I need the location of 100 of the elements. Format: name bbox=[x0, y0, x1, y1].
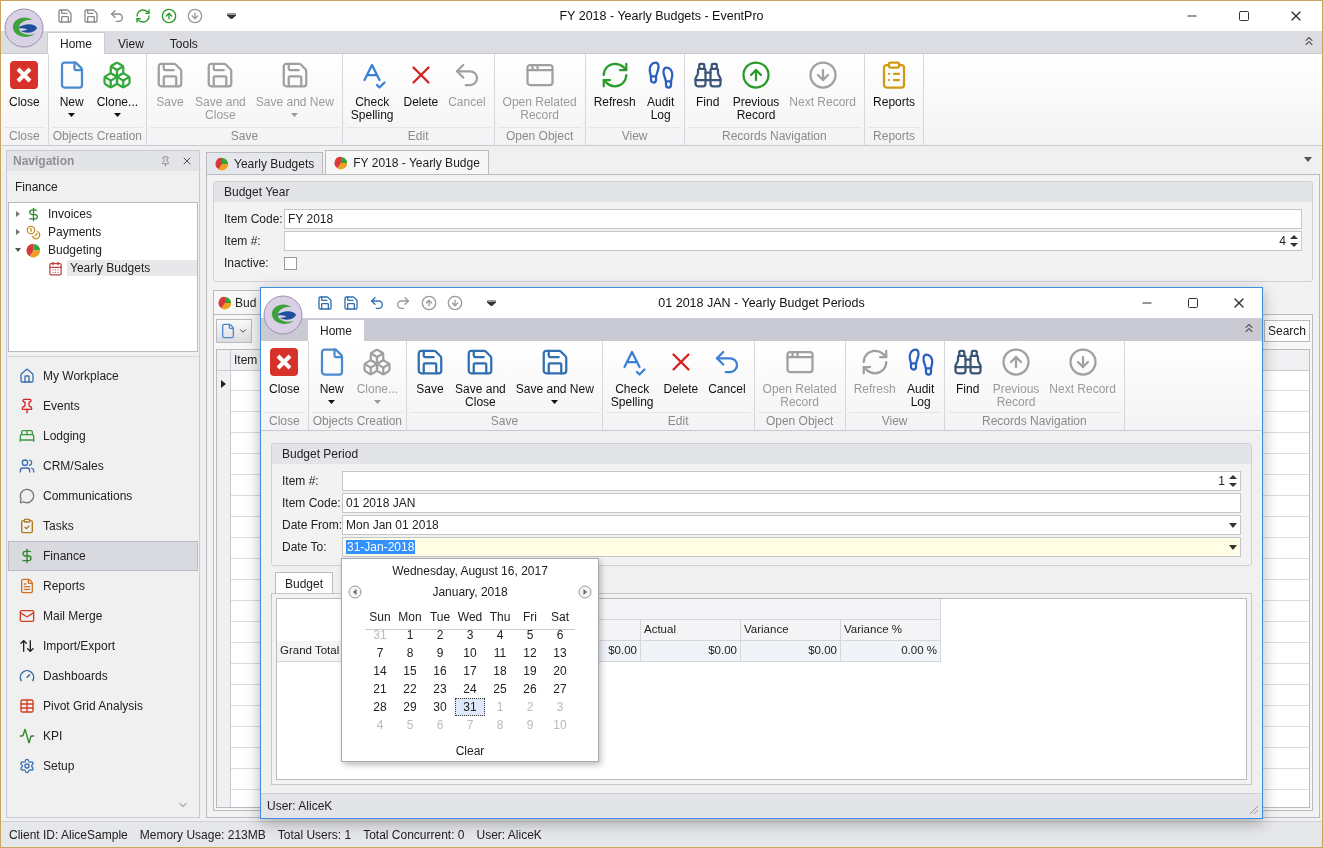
calendar-day[interactable]: 20 bbox=[545, 662, 575, 680]
nav-button[interactable]: CRM/Sales bbox=[8, 451, 198, 481]
search-button[interactable]: Search bbox=[1263, 320, 1310, 342]
calendar-day[interactable]: 22 bbox=[395, 680, 425, 698]
ribbon-button[interactable]: Close bbox=[264, 341, 305, 396]
calendar-day[interactable]: 26 bbox=[515, 680, 545, 698]
nav-button[interactable]: Dashboards bbox=[8, 661, 198, 691]
input-field[interactable]: 4 bbox=[284, 231, 1302, 251]
spin-arrows-icon[interactable] bbox=[1229, 474, 1237, 488]
ribbon-button[interactable]: Save and New bbox=[510, 341, 599, 404]
ribbon-button[interactable]: Close bbox=[4, 54, 45, 109]
ribbon-button[interactable]: Clone... bbox=[91, 54, 144, 117]
ribbon-tab[interactable]: View bbox=[105, 32, 157, 54]
document-tab[interactable]: FY 2018 - Yearly Budge bbox=[325, 150, 489, 174]
close-icon[interactable] bbox=[181, 155, 193, 167]
ribbon-tab[interactable]: Home bbox=[47, 32, 105, 54]
nav-button[interactable]: KPI bbox=[8, 721, 198, 751]
nav-button[interactable]: Finance bbox=[8, 541, 198, 571]
calendar-day[interactable]: 9 bbox=[425, 644, 455, 662]
ribbon-button[interactable]: New bbox=[311, 341, 352, 404]
input-field[interactable]: 1 bbox=[342, 471, 1241, 491]
collapse-icon[interactable] bbox=[1302, 34, 1316, 48]
collapse-icon[interactable] bbox=[1242, 321, 1256, 335]
clear-button[interactable]: Clear bbox=[449, 742, 491, 760]
calendar-day[interactable]: 12 bbox=[515, 644, 545, 662]
nav-button[interactable]: Lodging bbox=[8, 421, 198, 451]
ribbon-button[interactable]: Audit Log bbox=[900, 341, 941, 409]
expand-arrow-icon[interactable] bbox=[14, 210, 22, 218]
ribbon-tab[interactable]: Tools bbox=[156, 32, 211, 54]
undo-icon[interactable] bbox=[369, 295, 385, 311]
nav-button[interactable]: Mail Merge bbox=[8, 601, 198, 631]
ribbon-button[interactable]: Cancel bbox=[703, 341, 751, 396]
collapse-arrow-icon[interactable] bbox=[14, 246, 22, 254]
calendar-day[interactable]: 23 bbox=[425, 680, 455, 698]
ribbon-button[interactable]: Delete bbox=[658, 341, 704, 396]
nav-button[interactable]: Tasks bbox=[8, 511, 198, 541]
ribbon-button[interactable]: Check Spelling bbox=[345, 54, 399, 122]
ribbon-tab[interactable]: Home bbox=[307, 319, 365, 341]
tab-menu-caret-icon[interactable] bbox=[1304, 157, 1312, 162]
calendar-day[interactable]: 24 bbox=[455, 680, 485, 698]
dropdown-arrow-icon[interactable] bbox=[1229, 544, 1237, 550]
ribbon-button[interactable]: Audit Log bbox=[640, 54, 681, 122]
calendar-day[interactable]: 18 bbox=[485, 662, 515, 680]
calendar-day[interactable]: 15 bbox=[395, 662, 425, 680]
redo-icon[interactable] bbox=[395, 295, 411, 311]
calendar-day[interactable]: 10 bbox=[455, 644, 485, 662]
nav-button[interactable]: Pivot Grid Analysis bbox=[8, 691, 198, 721]
calendar-day[interactable]: 28 bbox=[365, 698, 395, 716]
customize-caret-icon[interactable] bbox=[227, 13, 236, 19]
ribbon-button[interactable]: Check Spelling bbox=[605, 341, 659, 409]
nav-button[interactable]: Reports bbox=[8, 571, 198, 601]
input-field[interactable]: Mon Jan 01 2018 bbox=[342, 515, 1241, 535]
document-tab[interactable]: Yearly Budgets bbox=[206, 152, 324, 174]
resize-grip-icon[interactable] bbox=[1249, 805, 1259, 815]
new-split-button[interactable] bbox=[216, 319, 252, 343]
ribbon-button[interactable]: Save bbox=[410, 341, 451, 396]
ribbon-button[interactable]: New bbox=[51, 54, 92, 117]
calendar-day[interactable]: 25 bbox=[485, 680, 515, 698]
calendar-day[interactable]: 16 bbox=[425, 662, 455, 680]
ribbon-button[interactable]: Find bbox=[687, 54, 728, 109]
next-month-icon[interactable] bbox=[578, 585, 592, 599]
ribbon-button[interactable]: Find bbox=[947, 341, 988, 396]
nav-button[interactable]: Events bbox=[8, 391, 198, 421]
tree-item[interactable]: Budgeting bbox=[45, 242, 106, 258]
ribbon-button[interactable]: Previous Record bbox=[727, 54, 785, 122]
expand-arrow-icon[interactable] bbox=[14, 228, 22, 236]
nav-button[interactable]: Setup bbox=[8, 751, 198, 781]
tree-item[interactable]: Yearly Budgets bbox=[67, 260, 197, 276]
nav-button[interactable]: Import/Export bbox=[8, 631, 198, 661]
refresh-icon[interactable] bbox=[135, 8, 151, 24]
ribbon-button[interactable]: Delete bbox=[398, 54, 444, 109]
calendar-day[interactable]: 11 bbox=[485, 644, 515, 662]
ribbon-button[interactable]: Refresh bbox=[588, 54, 641, 109]
today-label[interactable]: Wednesday, August 16, 2017 bbox=[392, 564, 548, 582]
calendar-day[interactable]: 7 bbox=[365, 644, 395, 662]
calendar-day[interactable]: 30 bbox=[425, 698, 455, 716]
nav-button[interactable]: Communications bbox=[8, 481, 198, 511]
pin-icon[interactable] bbox=[160, 155, 171, 167]
calendar-day[interactable]: 27 bbox=[545, 680, 575, 698]
calendar-day[interactable]: 21 bbox=[365, 680, 395, 698]
dialog-tab[interactable]: Budget bbox=[275, 572, 334, 594]
undo-icon[interactable] bbox=[109, 8, 125, 24]
checkbox[interactable] bbox=[284, 256, 297, 270]
calendar-day[interactable]: 19 bbox=[515, 662, 545, 680]
ribbon-button[interactable]: Reports bbox=[868, 54, 921, 109]
calendar-day[interactable]: 31 bbox=[455, 698, 485, 716]
customize-caret-icon[interactable] bbox=[487, 300, 496, 306]
calendar-day[interactable]: 17 bbox=[455, 662, 485, 680]
input-field[interactable]: 01 2018 JAN bbox=[342, 493, 1241, 513]
calendar-day[interactable]: 29 bbox=[395, 698, 425, 716]
calendar-day[interactable]: 14 bbox=[365, 662, 395, 680]
calendar-day[interactable]: 8 bbox=[395, 644, 425, 662]
nav-button[interactable]: My Workplace bbox=[8, 361, 198, 391]
previous-month-icon[interactable] bbox=[348, 585, 362, 599]
tree-item[interactable]: Payments bbox=[45, 224, 105, 240]
spin-arrows-icon[interactable] bbox=[1290, 234, 1298, 248]
dropdown-arrow-icon[interactable] bbox=[1229, 522, 1237, 528]
tree-item[interactable]: Invoices bbox=[45, 206, 96, 222]
ribbon-button[interactable]: Save and Close bbox=[450, 341, 511, 409]
calendar-day[interactable]: 13 bbox=[545, 644, 575, 662]
